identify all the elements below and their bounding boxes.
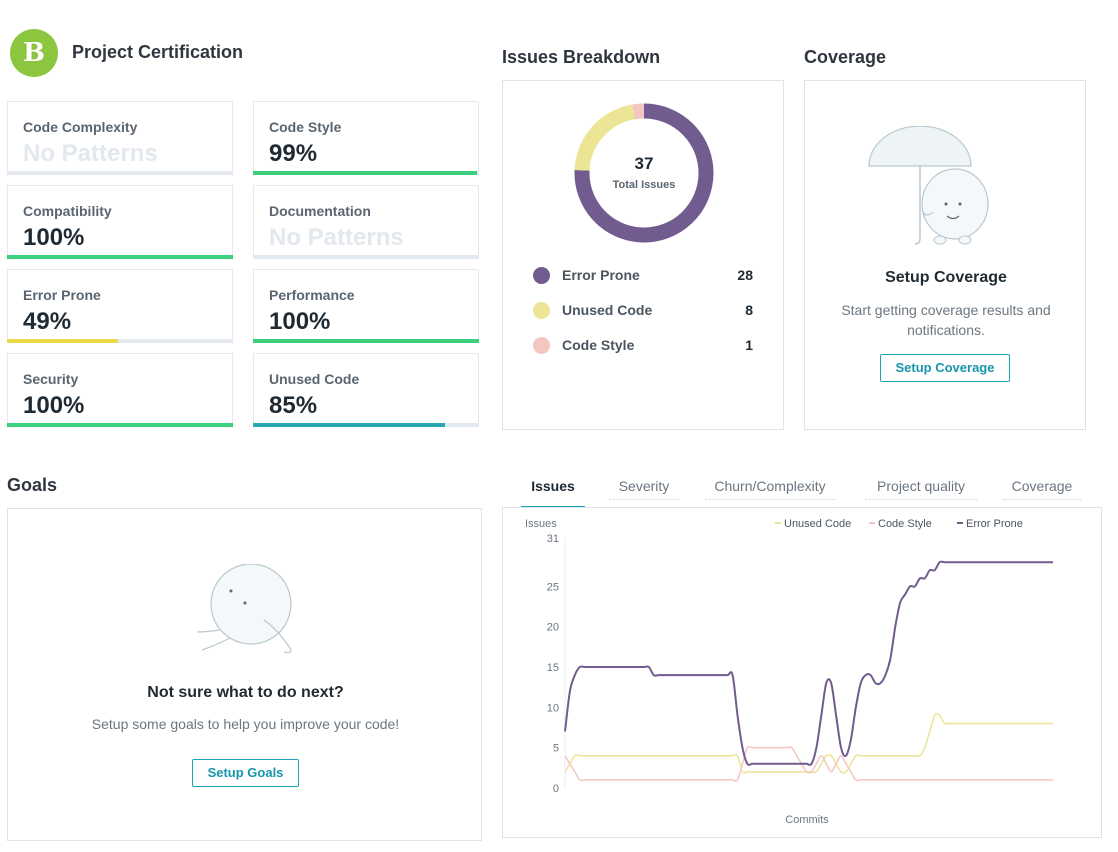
legend-count: 1 [745,337,753,353]
legend-label: Error Prone [562,267,640,283]
legend-dot [533,337,550,354]
coverage-heading: Setup Coverage [885,269,1007,286]
y-tick-label: 10 [547,702,559,714]
chart-ylabel: Issues [525,518,557,530]
legend-item-error-prone[interactable]: Error Prone 28 [533,266,753,286]
chart-legend-label[interactable]: Error Prone [966,518,1023,530]
metric-progress-bar [253,423,479,427]
issues-line-chart: Issues Commits 0 5 10 15 20 25 31 Unused Code C… [525,518,1053,826]
metric-card-code-style[interactable]: Code Style 99% [253,101,479,175]
coverage-description-line2: notifications. [907,322,985,338]
metric-card-security[interactable]: Security 100% [7,353,233,427]
tab-churn-complexity[interactable]: Churn/Complexity [705,478,835,500]
goals-panel: Not sure what to do next? Setup some goa… [7,508,482,841]
donut-slice-unused-code[interactable] [574,104,636,171]
y-tick-label: 31 [547,533,559,545]
tab-project-quality[interactable]: Project quality [865,478,977,500]
metric-label: Error Prone [23,287,101,303]
issues-donut-chart: 37 Total Issues [574,103,714,243]
umbrella-mascot-illustration [868,126,989,245]
goals-description: Setup some goals to help you improve you… [91,716,400,732]
metric-label: Compatibility [23,203,112,219]
metric-card-performance[interactable]: Performance 100% [253,269,479,343]
metric-label: Unused Code [269,371,360,387]
coverage-title: Coverage [804,47,887,67]
setup-coverage-button[interactable]: Setup Coverage [880,354,1010,382]
metric-progress-bar [7,339,233,343]
metric-progress-bar [7,423,233,427]
y-tick-label: 20 [547,622,559,634]
y-tick-label: 0 [553,783,559,795]
legend-item-code-style[interactable]: Code Style 1 [533,336,753,356]
y-tick-label: 5 [553,743,559,755]
legend-dot [533,267,550,284]
donut-total: 37 [635,154,654,173]
metric-label: Security [23,371,79,387]
metric-progress-bar [7,171,233,175]
chart-xlabel: Commits [785,814,829,826]
series-line-error-prone [564,560,1053,766]
donut-total-label: Total Issues [613,179,676,191]
metric-card-error-prone[interactable]: Error Prone 49% [7,269,233,343]
metric-progress-fill [253,171,477,175]
metric-label: Performance [269,287,355,303]
legend-count: 28 [737,267,753,283]
chart-legend-label[interactable]: Unused Code [784,518,851,530]
metric-value: 49% [23,308,72,335]
metric-progress-fill [253,339,479,343]
metric-progress-bar [253,255,479,259]
metric-label: Documentation [269,203,371,219]
coverage-panel: Setup Coverage Start getting coverage re… [804,80,1086,430]
metric-value: 85% [269,392,318,419]
page-title: Project Certification [72,42,244,62]
metric-card-code-complexity[interactable]: Code Complexity No Patterns [7,101,233,175]
metric-progress-fill [253,423,446,427]
metric-value: No Patterns [23,140,158,167]
metric-card-compatibility[interactable]: Compatibility 100% [7,185,233,259]
metric-value: 100% [23,392,85,419]
issues-chart-panel: Issues Commits 0 5 10 15 20 25 31 Unused Code C… [502,507,1102,838]
issues-breakdown-title: Issues Breakdown [502,47,661,67]
y-tick-label: 25 [547,581,559,593]
legend-count: 8 [745,302,753,318]
metric-progress-fill [7,423,233,427]
legend-label: Code Style [562,337,635,353]
tab-coverage[interactable]: Coverage [1003,478,1081,500]
metric-progress-fill [7,339,118,343]
goals-title: Goals [7,475,58,495]
goals-heading: Not sure what to do next? [147,684,344,701]
metric-progress-fill [7,255,233,259]
metric-progress-bar [7,255,233,259]
y-tick-label: 15 [547,662,559,674]
tab-severity[interactable]: Severity [609,478,679,500]
grade-badge: B [10,29,58,77]
legend-dot [533,302,550,319]
metric-progress-bar [253,171,479,175]
legend-label: Unused Code [562,302,653,318]
metric-label: Code Style [269,119,342,135]
donut-slice-code-style[interactable] [632,103,645,120]
issues-breakdown-panel: 37 Total Issues Error Prone 28 Unused Co… [502,80,784,430]
metric-value: 100% [269,308,331,335]
metric-value: No Patterns [269,224,404,251]
setup-goals-button[interactable]: Setup Goals [192,759,299,787]
metric-card-unused-code[interactable]: Unused Code 85% [253,353,479,427]
sitting-mascot-illustration [196,564,292,654]
chart-legend-label[interactable]: Code Style [878,518,932,530]
metric-card-documentation[interactable]: Documentation No Patterns [253,185,479,259]
metric-value: 100% [23,224,85,251]
metric-label: Code Complexity [23,119,138,135]
metric-progress-bar [253,339,479,343]
metric-value: 99% [269,140,318,167]
tab-issues[interactable]: Issues [521,478,585,509]
legend-item-unused-code[interactable]: Unused Code 8 [533,301,753,321]
coverage-description-line1: Start getting coverage results and [841,302,1051,318]
